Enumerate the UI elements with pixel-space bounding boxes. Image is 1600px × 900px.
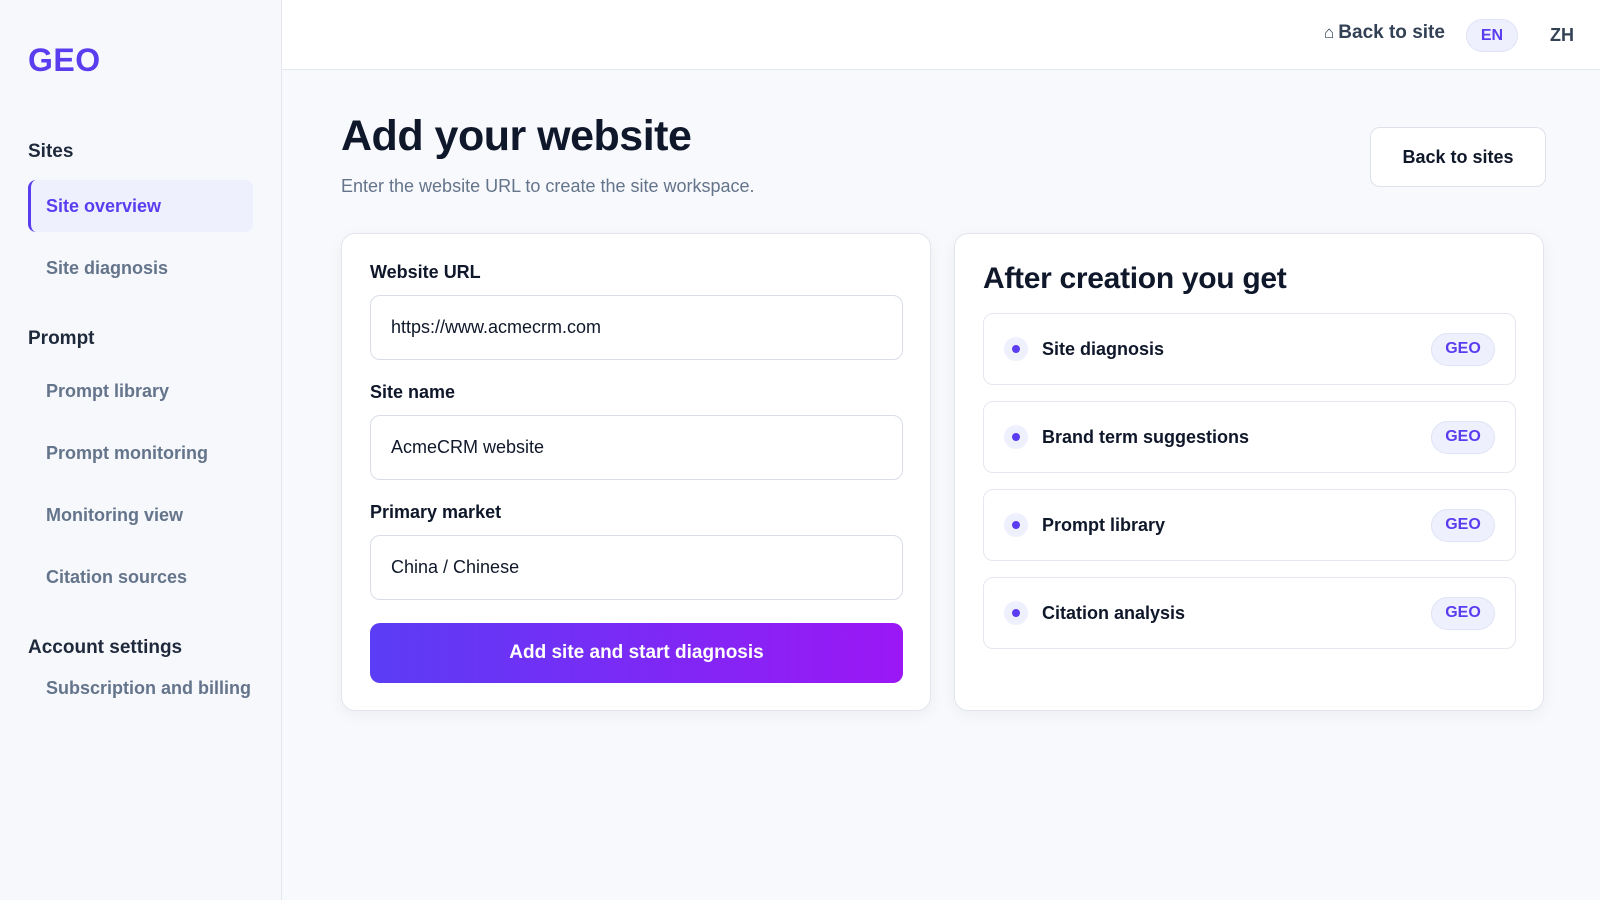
bullet-icon bbox=[1004, 337, 1028, 361]
bullet-icon bbox=[1004, 601, 1028, 625]
back-to-site-label: Back to site bbox=[1338, 22, 1445, 43]
language-zh-button[interactable]: ZH bbox=[1544, 19, 1580, 52]
sidebar-item-site-diagnosis[interactable]: Site diagnosis bbox=[28, 242, 253, 294]
back-to-site-link[interactable]: ⌂ Back to site bbox=[1324, 22, 1445, 44]
add-site-button[interactable]: Add site and start diagnosis bbox=[370, 623, 903, 683]
feature-label: Citation analysis bbox=[1042, 602, 1186, 623]
app-root: GEO Sites Site overview Site diagnosis P… bbox=[0, 0, 1600, 900]
logo[interactable]: GEO bbox=[28, 42, 101, 79]
page-title: Add your website bbox=[341, 112, 692, 160]
sidebar: GEO Sites Site overview Site diagnosis P… bbox=[0, 0, 282, 900]
primary-market-input[interactable] bbox=[370, 535, 903, 600]
sidebar-item-prompt-monitoring[interactable]: Prompt monitoring bbox=[28, 427, 253, 479]
bullet-icon bbox=[1004, 513, 1028, 537]
primary-market-label: Primary market bbox=[370, 502, 502, 522]
site-name-label: Site name bbox=[370, 382, 456, 402]
nav-section-account-settings: Account settings bbox=[28, 637, 183, 658]
feature-label: Brand term suggestions bbox=[1042, 426, 1250, 447]
home-icon: ⌂ bbox=[1324, 23, 1335, 42]
feature-label: Site diagnosis bbox=[1042, 338, 1165, 359]
nav-section-sites: Sites bbox=[28, 141, 74, 162]
back-to-sites-button[interactable]: Back to sites bbox=[1370, 127, 1546, 187]
add-site-form: Website URL Site name Primary market Add… bbox=[341, 233, 931, 711]
language-en-button[interactable]: EN bbox=[1466, 19, 1518, 52]
geo-badge: GEO bbox=[1431, 332, 1495, 366]
benefits-card: After creation you get Site diagnosis GE… bbox=[954, 233, 1544, 711]
feature-item: Prompt library GEO bbox=[983, 489, 1516, 561]
benefits-title: After creation you get bbox=[983, 262, 1287, 295]
website-url-label: Website URL bbox=[370, 262, 481, 282]
feature-item: Site diagnosis GEO bbox=[983, 313, 1516, 385]
sidebar-item-subscription-billing[interactable]: Subscription and billing bbox=[28, 678, 253, 699]
feature-item: Brand term suggestions GEO bbox=[983, 401, 1516, 473]
sidebar-item-site-overview[interactable]: Site overview bbox=[28, 180, 253, 232]
topbar: ⌂ Back to site EN ZH bbox=[282, 0, 1600, 70]
site-name-input[interactable] bbox=[370, 415, 903, 480]
sidebar-item-citation-sources[interactable]: Citation sources bbox=[28, 551, 253, 603]
feature-label: Prompt library bbox=[1042, 514, 1166, 535]
geo-badge: GEO bbox=[1431, 420, 1495, 454]
page-subtitle: Enter the website URL to create the site… bbox=[341, 176, 755, 196]
geo-badge: GEO bbox=[1431, 596, 1495, 630]
geo-badge: GEO bbox=[1431, 508, 1495, 542]
main-content: ⌂ Back to site EN ZH Add your website En… bbox=[282, 0, 1600, 900]
feature-item: Citation analysis GEO bbox=[983, 577, 1516, 649]
sidebar-item-monitoring-view[interactable]: Monitoring view bbox=[28, 489, 253, 541]
nav-section-prompt: Prompt bbox=[28, 328, 95, 349]
sidebar-item-prompt-library[interactable]: Prompt library bbox=[28, 365, 253, 417]
bullet-icon bbox=[1004, 425, 1028, 449]
website-url-input[interactable] bbox=[370, 295, 903, 360]
